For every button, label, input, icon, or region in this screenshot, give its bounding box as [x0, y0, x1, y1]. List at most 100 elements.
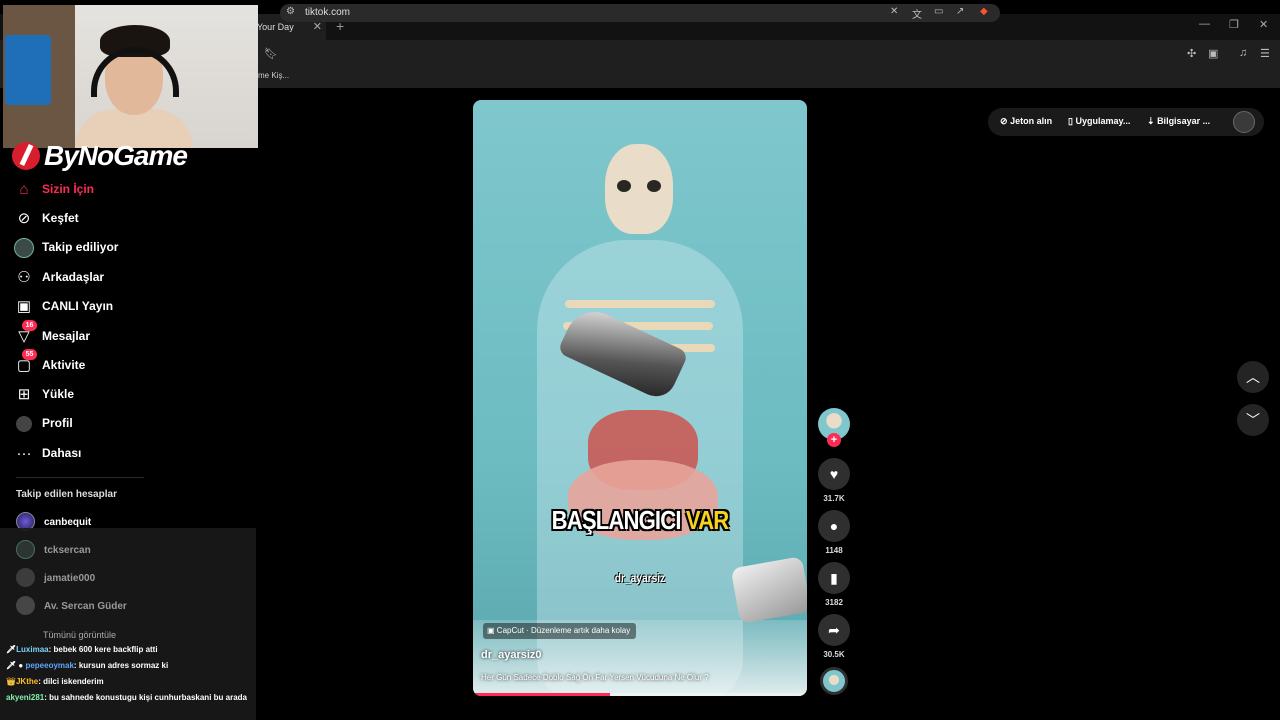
sidebar-item-label: Dahası: [42, 446, 82, 460]
see-all-link[interactable]: Tümünü görüntüle: [43, 630, 116, 640]
media-icon[interactable]: ♫: [1239, 47, 1247, 59]
video-progress-bar[interactable]: [473, 693, 807, 696]
download-icon: ⇣: [1147, 116, 1155, 126]
chat-badge-icon: 🗡 ●: [6, 661, 24, 670]
chevron-up-icon: ︿: [1246, 369, 1260, 385]
video-progress-fill: [473, 693, 610, 696]
share-arrow-icon[interactable]: ➦: [818, 614, 850, 646]
sidebar-item-friends[interactable]: ⚇ Arkadaşlar: [14, 266, 214, 290]
video-skull-eye: [617, 180, 631, 192]
desktop-app-button[interactable]: ⇣ Bilgisayar ...: [1147, 116, 1210, 127]
wallet-icon[interactable]: ▣: [1208, 47, 1218, 60]
more-icon: ···: [16, 445, 32, 462]
following-account-name[interactable]: jamatie000: [44, 573, 95, 584]
translate-off-icon[interactable]: ✕: [890, 6, 898, 17]
comment-icon[interactable]: ●: [818, 510, 850, 542]
caption-main: BAŞLANGICI: [551, 505, 682, 535]
following-account-name[interactable]: canbequit: [44, 517, 91, 528]
live-tv-icon: ▣: [16, 298, 32, 315]
like-action[interactable]: ♥ 31.7K: [818, 458, 850, 503]
account-avatar[interactable]: [16, 568, 35, 587]
sidebar-item-following[interactable]: Takip ediliyor: [14, 236, 214, 260]
site-info-icon[interactable]: ⚙︎: [286, 6, 295, 17]
webcam-headphones: [91, 47, 179, 97]
logo-text: ByNoGame: [44, 140, 188, 171]
sidebar-item-label: Aktivite: [42, 358, 86, 372]
chat-text: dilci iskenderim: [40, 677, 104, 686]
desktop-app-label: Bilgisayar ...: [1157, 116, 1211, 126]
upload-icon: ⊞: [17, 386, 31, 403]
tiktok-page: Your Day ✕ + — ❐ ✕ 🔖︎ ⚙︎ tiktok.com ✕ 文 …: [0, 0, 1280, 720]
sidebar-item-label: CANLI Yayın: [42, 299, 114, 313]
extensions-icon[interactable]: ✣: [1187, 47, 1196, 60]
profile-icon: [16, 416, 32, 432]
chat-message: 👑JKthe: dilci iskenderim: [6, 677, 104, 686]
chat-username: pepeeoymak: [25, 661, 74, 670]
friends-icon: ⚇: [17, 269, 31, 286]
tab-title: Your Day: [257, 22, 294, 32]
maximize-icon[interactable]: ❐: [1229, 18, 1239, 31]
user-avatar[interactable]: [1233, 111, 1255, 133]
share-icon[interactable]: ↗: [956, 6, 964, 17]
get-app-button[interactable]: ▯ Uygulamay...: [1068, 116, 1130, 127]
previous-video-button[interactable]: ︿: [1237, 361, 1269, 393]
translate-icon[interactable]: 文: [912, 6, 922, 21]
chevron-down-icon: ﹀: [1246, 412, 1260, 428]
sidebar-item-activity[interactable]: ▢ 55 Aktivite: [14, 349, 214, 378]
sidebar-item-profile[interactable]: Profil: [14, 412, 214, 436]
account-avatar[interactable]: [16, 540, 35, 559]
video-skull: [605, 144, 673, 234]
chat-badge-icon: 🗡: [6, 645, 17, 654]
phone-icon: ▯: [1068, 116, 1073, 126]
capcut-text: CapCut · Düzenleme artık daha kolay: [496, 626, 631, 635]
follow-plus-icon[interactable]: +: [827, 433, 841, 447]
minimize-icon[interactable]: —: [1199, 18, 1210, 30]
heart-icon[interactable]: ♥: [818, 458, 850, 490]
following-account-name[interactable]: tcksercan: [44, 545, 91, 556]
sidebar-item-live[interactable]: ▣ CANLI Yayın: [14, 295, 214, 319]
menu-icon[interactable]: ☰: [1260, 47, 1270, 60]
chat-username: akyeni281: [6, 693, 45, 702]
sidebar-item-messages[interactable]: ▽ 16 Mesajlar: [14, 320, 214, 349]
get-coins-button[interactable]: ⊘ Jeton alın: [1000, 116, 1052, 127]
sidebar-item-label: Profil: [42, 416, 73, 430]
video-player[interactable]: BAŞLANGICI VAR dr_ayarsiz ▣ CapCut · Düz…: [473, 100, 807, 696]
bookmark-icon[interactable]: 🔖︎: [264, 47, 278, 60]
sidebar-item-label: Keşfet: [42, 211, 79, 225]
cast-icon[interactable]: ▭: [934, 6, 943, 17]
share-action[interactable]: ➦ 30.5K: [818, 614, 850, 659]
chat-message: 🗡 ● pepeeoymak: kursun adres sormaz ki: [6, 661, 169, 670]
url-text: tiktok.com: [305, 7, 351, 18]
video-author[interactable]: dr_ayarsiz0: [481, 649, 542, 661]
comment-action[interactable]: ● 1148: [818, 510, 850, 555]
capcut-tag[interactable]: ▣ CapCut · Düzenleme artık daha kolay: [483, 623, 637, 639]
sidebar-item-for-you[interactable]: ⌂ Sizin İçin: [14, 178, 214, 202]
account-avatar[interactable]: [16, 596, 35, 615]
bookmark-item[interactable]: me Kiş...: [258, 71, 289, 80]
get-app-label: Uygulamay...: [1075, 116, 1131, 126]
brave-shield-icon[interactable]: ◆: [980, 6, 988, 17]
video-watermark: dr_ayarsiz: [614, 571, 666, 585]
url-bar[interactable]: ⚙︎ tiktok.com ✕ 文 ▭ ↗ ◆: [280, 4, 1000, 22]
video-description: Her Gün Sadece Doblo Sağ Ön Far Yersen V…: [481, 673, 709, 682]
compass-icon: ⊘: [17, 210, 31, 227]
video-caption: BAŞLANGICI VAR: [498, 505, 782, 536]
music-disc-icon[interactable]: [820, 667, 848, 695]
share-count: 30.5K: [823, 650, 845, 659]
sidebar-divider: [16, 477, 144, 478]
sidebar-item-label: Sizin İçin: [42, 182, 95, 196]
following-avatar-icon: [14, 238, 34, 258]
sidebar-item-label: Arkadaşlar: [42, 270, 105, 284]
save-action[interactable]: ▮ 3182: [818, 562, 850, 607]
sidebar-item-explore[interactable]: ⊘ Keşfet: [14, 207, 214, 231]
comment-count: 1148: [825, 546, 843, 555]
sidebar-item-label: Yükle: [42, 387, 75, 401]
sidebar-item-more[interactable]: ··· Dahası: [14, 442, 214, 466]
following-accounts-title: Takip edilen hesaplar: [16, 489, 117, 500]
logo-mark-icon: [12, 142, 40, 170]
window-close-icon[interactable]: ✕: [1259, 18, 1268, 31]
sidebar-item-upload[interactable]: ⊞ Yükle: [14, 383, 214, 407]
following-account-name[interactable]: Av. Sercan Güder: [44, 601, 127, 612]
next-video-button[interactable]: ﹀: [1237, 404, 1269, 436]
bookmark-icon[interactable]: ▮: [818, 562, 850, 594]
